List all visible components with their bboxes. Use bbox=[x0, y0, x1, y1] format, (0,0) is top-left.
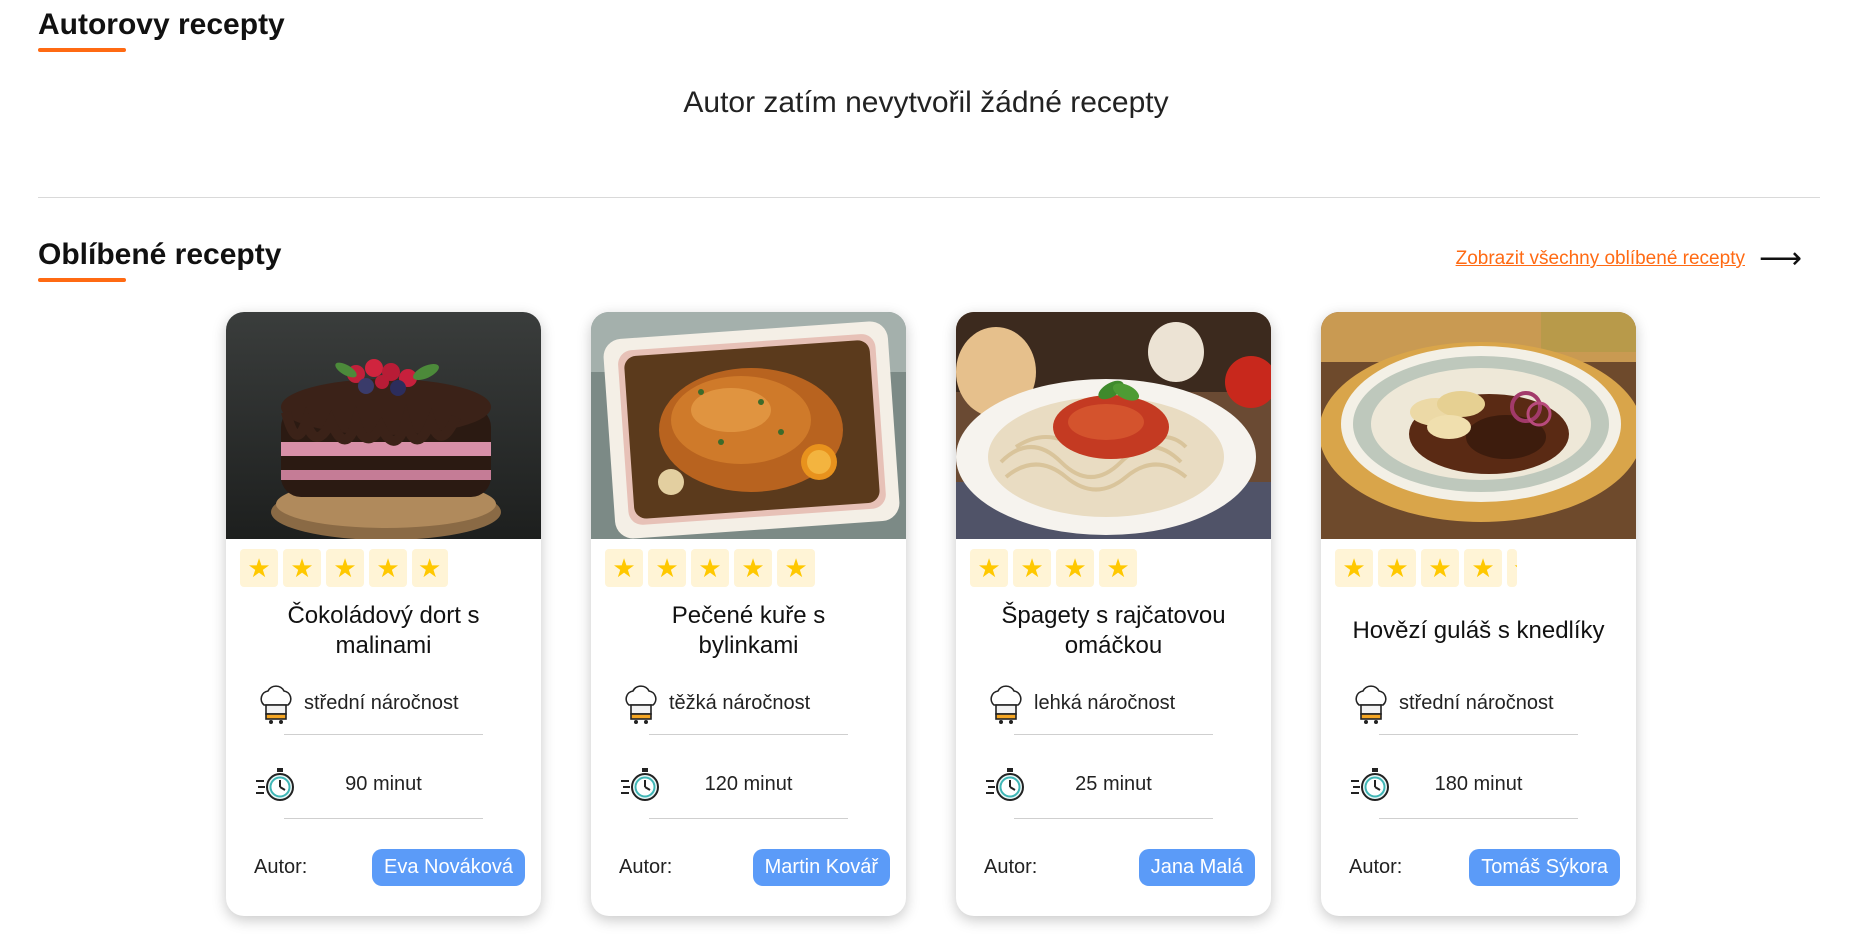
difficulty-row: těžká náročnost bbox=[591, 673, 906, 735]
recipe-name: Špagety s rajčatovou omáčkou bbox=[1001, 602, 1226, 659]
heading-underline bbox=[38, 278, 126, 282]
author-row: Autor: Tomáš Sýkora bbox=[1349, 849, 1620, 886]
arrow-right-icon[interactable]: ⟶ bbox=[1759, 244, 1802, 274]
show-all-favorites-link[interactable]: Zobrazit všechny oblíbené recepty ⟶ bbox=[1456, 244, 1802, 274]
difficulty-label: střední náročnost bbox=[304, 692, 459, 714]
chef-hat-icon bbox=[1349, 683, 1393, 727]
row-divider bbox=[284, 818, 483, 819]
goulash-photo bbox=[1321, 312, 1636, 539]
time-row: 120 minut bbox=[591, 749, 906, 819]
star-icon: ★ bbox=[1056, 549, 1094, 587]
star-icon: ★ bbox=[605, 549, 643, 587]
recipe-name: Čokoládový dort s malinami bbox=[287, 602, 480, 659]
author-row: Autor: Martin Kovář bbox=[619, 849, 890, 886]
star-icon: ★ bbox=[1378, 549, 1416, 587]
recipe-card[interactable]: ★ ★ ★ ★ ★ Čokoládový dort s malinami střední… bbox=[226, 312, 541, 916]
row-divider bbox=[1014, 818, 1213, 819]
recipe-card[interactable]: ★ ★ ★ ★ Špagety s rajčatovou omáčkou lehká … bbox=[956, 312, 1271, 916]
row-divider bbox=[1379, 734, 1578, 735]
author-label: Autor: bbox=[1349, 856, 1403, 878]
time-label: 90 minut bbox=[345, 773, 422, 795]
star-icon: ★ bbox=[412, 549, 448, 587]
difficulty-label: těžká náročnost bbox=[669, 692, 811, 714]
author-badge[interactable]: Martin Kovář bbox=[752, 849, 890, 886]
star-icon: ★ bbox=[1013, 549, 1051, 587]
author-recipes-heading: Autorovy recepty bbox=[38, 8, 285, 52]
recipe-card[interactable]: ★ ★ ★ ★ ★ Pečené kuře s bylinkami těžká náro… bbox=[591, 312, 906, 916]
star-icon: ★ bbox=[1507, 549, 1517, 587]
row-divider bbox=[1379, 818, 1578, 819]
difficulty-row: střední náročnost bbox=[226, 673, 541, 735]
star-icon: ★ bbox=[777, 549, 815, 587]
star-icon: ★ bbox=[1099, 549, 1137, 587]
rating-stars: ★★★★★ bbox=[226, 549, 541, 587]
row-divider bbox=[1014, 734, 1213, 735]
time-row: 180 minut bbox=[1321, 749, 1636, 819]
heading-underline bbox=[38, 48, 126, 52]
roast-chicken-photo bbox=[591, 312, 906, 539]
section-divider bbox=[38, 197, 1820, 198]
time-row: 25 minut bbox=[956, 749, 1271, 819]
show-all-favorites-label[interactable]: Zobrazit všechny oblíbené recepty bbox=[1456, 248, 1745, 270]
author-label: Autor: bbox=[619, 856, 673, 878]
empty-recipes-message: Autor zatím nevytvořil žádné recepty bbox=[683, 86, 1169, 119]
star-icon: ★ bbox=[734, 549, 772, 587]
time-label: 25 minut bbox=[1075, 773, 1152, 795]
rating-stars: ★ ★ ★ ★ bbox=[956, 549, 1271, 587]
row-divider bbox=[284, 734, 483, 735]
favorite-recipes-title: Oblíbené recepty bbox=[38, 238, 282, 271]
author-badge[interactable]: Eva Nováková bbox=[372, 849, 525, 886]
spaghetti-photo bbox=[956, 312, 1271, 539]
chef-hat-icon bbox=[984, 683, 1028, 727]
star-icon: ★ bbox=[691, 549, 729, 587]
author-row: Autor: Jana Malá bbox=[984, 849, 1255, 886]
star-icon: ★ bbox=[240, 549, 278, 587]
star-icon: ★ bbox=[283, 549, 321, 587]
difficulty-label: střední náročnost bbox=[1399, 692, 1554, 714]
author-badge[interactable]: Tomáš Sýkora bbox=[1469, 849, 1620, 886]
difficulty-row: lehká náročnost bbox=[956, 673, 1271, 735]
star-icon: ★ bbox=[1464, 549, 1502, 587]
rating-stars: ★★★★★ bbox=[591, 549, 906, 587]
favorite-recipes-heading: Oblíbené recepty bbox=[38, 238, 282, 282]
time-label: 180 minut bbox=[1434, 773, 1523, 795]
time-row: 90 minut bbox=[226, 749, 541, 819]
recipe-card[interactable]: ★★★★★ Hovězí guláš s knedlíky střední ná… bbox=[1321, 312, 1636, 916]
author-recipes-title: Autorovy recepty bbox=[38, 8, 285, 41]
star-icon: ★ bbox=[1421, 549, 1459, 587]
star-icon: ★ bbox=[648, 549, 686, 587]
difficulty-label: lehká náročnost bbox=[1034, 692, 1176, 714]
time-label: 120 minut bbox=[704, 773, 793, 795]
star-icon: ★ bbox=[326, 549, 364, 587]
author-row: Autor: Eva Nováková bbox=[254, 849, 525, 886]
row-divider bbox=[649, 818, 848, 819]
star-icon: ★ bbox=[1335, 549, 1373, 587]
star-icon: ★ bbox=[369, 549, 407, 587]
author-badge[interactable]: Jana Malá bbox=[1138, 849, 1255, 886]
favorite-recipes-list: ★ ★ ★ ★ ★ Čokoládový dort s malinami střední… bbox=[226, 312, 1636, 916]
recipe-name: Hovězí guláš s knedlíky bbox=[1352, 617, 1605, 644]
row-divider bbox=[649, 734, 848, 735]
chocolate-cake-photo bbox=[226, 312, 541, 539]
rating-stars: ★★★★★ bbox=[1321, 549, 1636, 587]
star-icon: ★ bbox=[970, 549, 1008, 587]
page: Autorovy recepty Autor zatím nevytvořil … bbox=[0, 0, 1852, 935]
author-label: Autor: bbox=[984, 856, 1038, 878]
chef-hat-icon bbox=[254, 683, 298, 727]
author-label: Autor: bbox=[254, 856, 308, 878]
difficulty-row: střední náročnost bbox=[1321, 673, 1636, 735]
recipe-name: Pečené kuře s bylinkami bbox=[671, 602, 826, 659]
chef-hat-icon bbox=[619, 683, 663, 727]
